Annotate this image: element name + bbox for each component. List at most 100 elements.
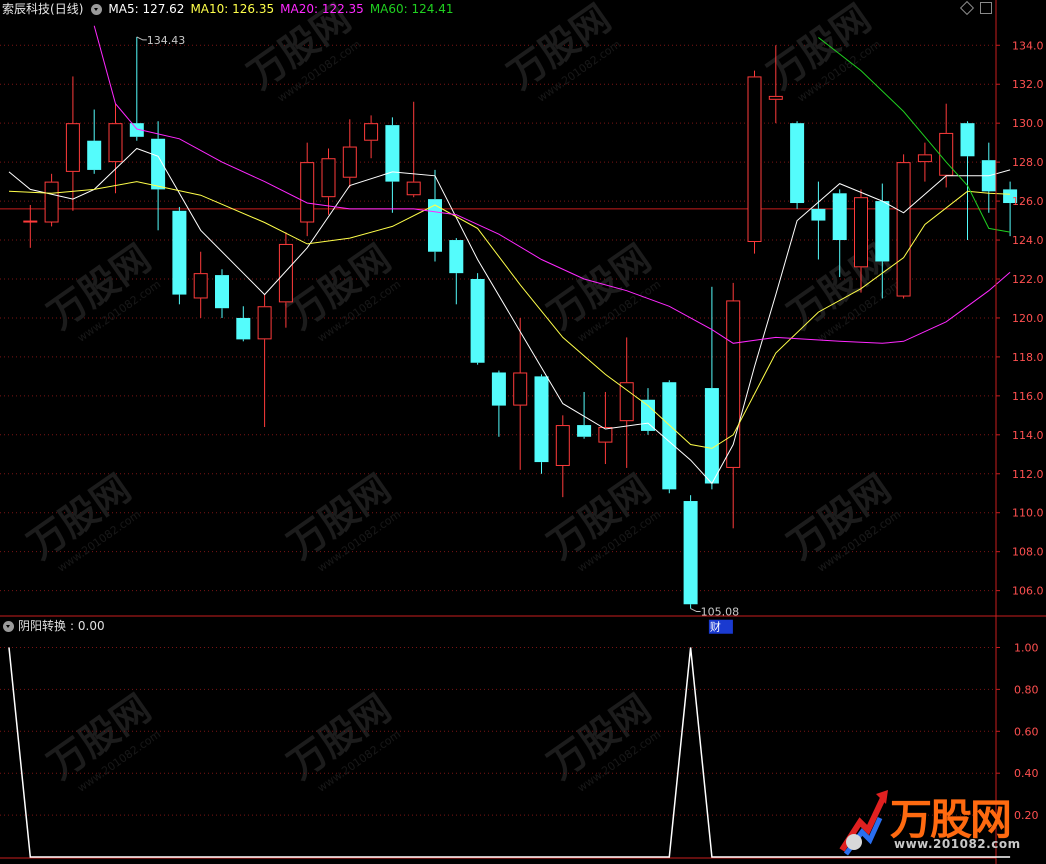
candle[interactable] bbox=[1003, 181, 1018, 237]
candle[interactable] bbox=[300, 142, 315, 237]
stock-name[interactable]: 索辰科技 bbox=[2, 0, 50, 18]
price-tick-label: 120.0 bbox=[1012, 312, 1044, 325]
indicator-tick-label: 1.00 bbox=[1014, 641, 1039, 654]
candle-body bbox=[811, 208, 826, 221]
candle[interactable] bbox=[470, 273, 485, 365]
indicator-header: 阴阳转换 : 0.00 bbox=[0, 617, 105, 635]
candle-body bbox=[577, 425, 592, 437]
candle[interactable] bbox=[917, 142, 932, 182]
candle[interactable] bbox=[215, 269, 229, 318]
candle-body bbox=[364, 123, 379, 141]
candle[interactable] bbox=[619, 337, 634, 468]
candle-body bbox=[641, 399, 655, 431]
price-tick-label: 110.0 bbox=[1012, 507, 1044, 520]
indicator-name[interactable]: 阴阳转换 bbox=[18, 617, 66, 635]
kline-chart[interactable]: 万股网www.201082.com 万股网www.201082.com 万股网www… bbox=[0, 0, 1046, 864]
candle-body bbox=[662, 382, 677, 490]
period-label[interactable]: (日线) bbox=[50, 0, 83, 18]
settings-dropdown-icon[interactable] bbox=[91, 3, 103, 15]
candle-body bbox=[300, 162, 315, 223]
candle[interactable] bbox=[683, 495, 698, 609]
candle[interactable] bbox=[981, 142, 996, 213]
candle[interactable] bbox=[172, 206, 187, 305]
diamond-icon[interactable] bbox=[959, 0, 975, 16]
price-tick-label: 108.0 bbox=[1012, 546, 1044, 559]
candle-body bbox=[896, 162, 911, 297]
candle[interactable] bbox=[704, 286, 719, 490]
price-tick-label: 126.0 bbox=[1012, 195, 1044, 208]
candle-body bbox=[236, 317, 251, 340]
annotation-leader bbox=[690, 608, 701, 613]
price-tick-label: 134.0 bbox=[1012, 39, 1044, 52]
candle[interactable] bbox=[23, 204, 38, 248]
indicator-tick-label: 0.80 bbox=[1014, 683, 1039, 696]
candle[interactable] bbox=[342, 119, 357, 188]
candle[interactable] bbox=[555, 415, 570, 498]
candle[interactable] bbox=[406, 101, 421, 198]
annotation-leader bbox=[136, 36, 147, 41]
candle-body bbox=[875, 201, 890, 262]
candle-body bbox=[23, 220, 38, 223]
candle-body bbox=[747, 76, 762, 242]
candle-body bbox=[215, 275, 229, 309]
logo-url-text: www.201082.com bbox=[894, 837, 1021, 851]
candle-body bbox=[44, 181, 59, 223]
candle[interactable] bbox=[513, 317, 528, 470]
candle[interactable] bbox=[534, 374, 549, 474]
price-tick-label: 122.0 bbox=[1012, 273, 1044, 286]
watermark-layer: 万股网www.201082.com 万股网www.201082.com 万股网www… bbox=[20, 0, 903, 795]
candle-body bbox=[513, 372, 528, 406]
price-tick-label: 106.0 bbox=[1012, 585, 1044, 598]
candle[interactable] bbox=[428, 169, 442, 262]
window-controls bbox=[959, 0, 992, 16]
price-tick-label: 118.0 bbox=[1012, 351, 1044, 364]
candle-body bbox=[832, 193, 847, 241]
indicator-value: : 0.00 bbox=[70, 619, 105, 633]
candle[interactable] bbox=[193, 251, 208, 318]
candle-body bbox=[726, 300, 741, 468]
price-tick-label: 132.0 bbox=[1012, 78, 1044, 91]
annotation-extreme-price: 134.43 bbox=[147, 34, 186, 47]
candle[interactable] bbox=[87, 109, 102, 174]
candle[interactable] bbox=[257, 294, 272, 428]
ma60-value: MA60: 124.41 bbox=[369, 2, 454, 16]
candle[interactable] bbox=[726, 282, 741, 529]
candle[interactable] bbox=[364, 115, 379, 159]
candle[interactable] bbox=[491, 370, 506, 437]
candle[interactable] bbox=[811, 181, 826, 260]
candle[interactable] bbox=[747, 70, 762, 254]
candle[interactable] bbox=[939, 103, 954, 188]
ma5-value: MA5: 127.62 bbox=[108, 2, 185, 16]
chart-header: 索辰科技 (日线) MA5: 127.62 MA10: 126.35 MA20:… bbox=[0, 0, 460, 18]
candle-body bbox=[704, 388, 719, 484]
candle-body bbox=[534, 376, 549, 463]
candle[interactable] bbox=[321, 148, 336, 215]
price-tick-label: 116.0 bbox=[1012, 390, 1044, 403]
candle[interactable] bbox=[449, 238, 464, 305]
candle-body bbox=[491, 372, 506, 406]
brand-logo: 万股网 www.201082.com bbox=[832, 782, 1042, 862]
candle[interactable] bbox=[385, 117, 400, 213]
candle-body bbox=[449, 240, 464, 274]
candle-body bbox=[65, 123, 80, 172]
candle[interactable] bbox=[236, 306, 251, 342]
maximize-icon[interactable] bbox=[980, 2, 992, 14]
indicator-tick-label: 0.40 bbox=[1014, 767, 1039, 780]
candle-body bbox=[683, 501, 698, 605]
candle[interactable] bbox=[577, 391, 592, 439]
finance-marker-text: 财 bbox=[710, 620, 721, 634]
indicator-dropdown-icon[interactable] bbox=[3, 620, 14, 632]
candle[interactable] bbox=[129, 36, 144, 141]
candle-body bbox=[555, 425, 570, 466]
candle[interactable] bbox=[108, 103, 123, 194]
candle-body bbox=[470, 278, 485, 363]
candle[interactable] bbox=[790, 121, 805, 209]
indicator-tick-label: 0.60 bbox=[1014, 725, 1039, 738]
candle-body bbox=[917, 154, 932, 163]
candle[interactable] bbox=[44, 173, 59, 227]
candle-body bbox=[193, 273, 208, 299]
candle[interactable] bbox=[896, 154, 911, 299]
candle[interactable] bbox=[151, 121, 166, 231]
candle-body bbox=[406, 181, 421, 196]
annotation-extreme-price: 105.08 bbox=[701, 606, 740, 619]
